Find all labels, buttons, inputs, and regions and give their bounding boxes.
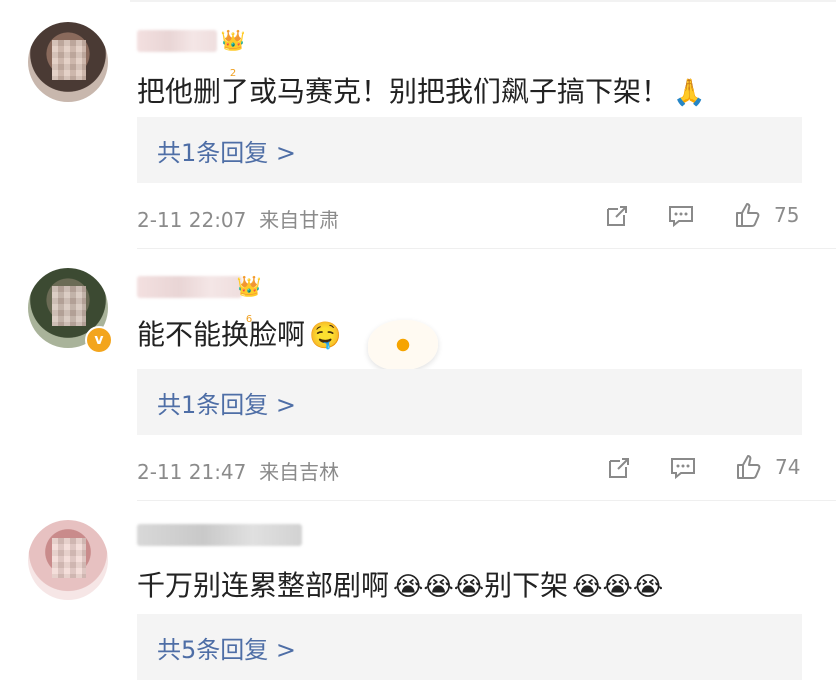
reply-count-label[interactable]: 共1条回复 > <box>157 385 296 420</box>
reply-thread-button[interactable]: 共1条回复 > <box>137 369 802 435</box>
location: 来自吉林 <box>259 460 340 484</box>
crying-emoji-icon: 😭😭😭 <box>572 572 664 602</box>
reply-count-label[interactable]: 共5条回复 > <box>157 630 296 665</box>
crown-level-icon: 👑2 <box>220 28 246 79</box>
blurred-face <box>52 538 86 578</box>
fried-egg-sticker-icon <box>368 320 438 370</box>
comment-divider <box>137 248 836 249</box>
comment-text: 千万别连累整部剧啊 😭😭😭别下架 😭😭😭 <box>137 564 663 604</box>
comment-text: 把他删了或马赛克！别把我们飙子搞下架！ 🙏 <box>137 70 705 110</box>
blurred-face <box>52 286 86 326</box>
verified-badge-icon: v <box>85 326 113 354</box>
comment-text-body: 把他删了或马赛克！别把我们飙子搞下架！ <box>137 75 670 108</box>
crown-level-icon: 👑6 <box>236 274 262 325</box>
comment-text-body: 千万别连累整部剧啊 <box>137 569 390 602</box>
blurred-username[interactable] <box>137 276 242 298</box>
reply-thread-button[interactable]: 共5条回复 > <box>137 614 802 680</box>
reply-thread-button[interactable]: 共1条回复 > <box>137 117 802 183</box>
blurred-username[interactable] <box>137 30 217 52</box>
drool-emoji-icon: 🤤 <box>309 321 342 351</box>
comment-3: 千万别连累整部剧啊 😭😭😭别下架 😭😭😭 共5条回复 > <box>0 502 836 693</box>
crying-emoji-icon: 😭😭😭 <box>393 572 485 602</box>
comment-2: v 👑6 能不能换脸啊 🤤 共1条回复 > 2-11 21:47 来自吉林 74 <box>0 250 836 500</box>
like-count: 74 <box>775 455 801 479</box>
comment-meta: 2-11 21:47 来自吉林 <box>137 456 339 485</box>
pray-emoji-icon: 🙏 <box>673 78 706 108</box>
like-icon[interactable] <box>732 200 762 230</box>
avatar[interactable] <box>28 520 108 600</box>
share-icon[interactable] <box>602 201 632 231</box>
location: 来自甘肃 <box>259 208 340 232</box>
comment-icon[interactable] <box>668 453 698 483</box>
blurred-username[interactable] <box>137 524 302 546</box>
share-icon[interactable] <box>604 453 634 483</box>
timestamp: 2-11 21:47 <box>137 460 247 484</box>
timestamp: 2-11 22:07 <box>137 208 247 232</box>
comment-1: 👑2 把他删了或马赛克！别把我们飙子搞下架！ 🙏 共1条回复 > 2-11 22:… <box>0 0 836 245</box>
comment-meta: 2-11 22:07 来自甘肃 <box>137 204 339 233</box>
avatar[interactable] <box>28 22 108 102</box>
like-count: 75 <box>774 203 800 227</box>
comment-text-tail: 别下架 <box>484 569 569 602</box>
comment-text-body: 能不能换脸啊 <box>137 318 306 351</box>
reply-count-label[interactable]: 共1条回复 > <box>157 133 296 168</box>
comment-divider <box>137 500 836 501</box>
comment-text: 能不能换脸啊 🤤 <box>137 313 341 353</box>
like-icon[interactable] <box>733 452 763 482</box>
blurred-face <box>52 40 86 80</box>
comment-icon[interactable] <box>666 201 696 231</box>
